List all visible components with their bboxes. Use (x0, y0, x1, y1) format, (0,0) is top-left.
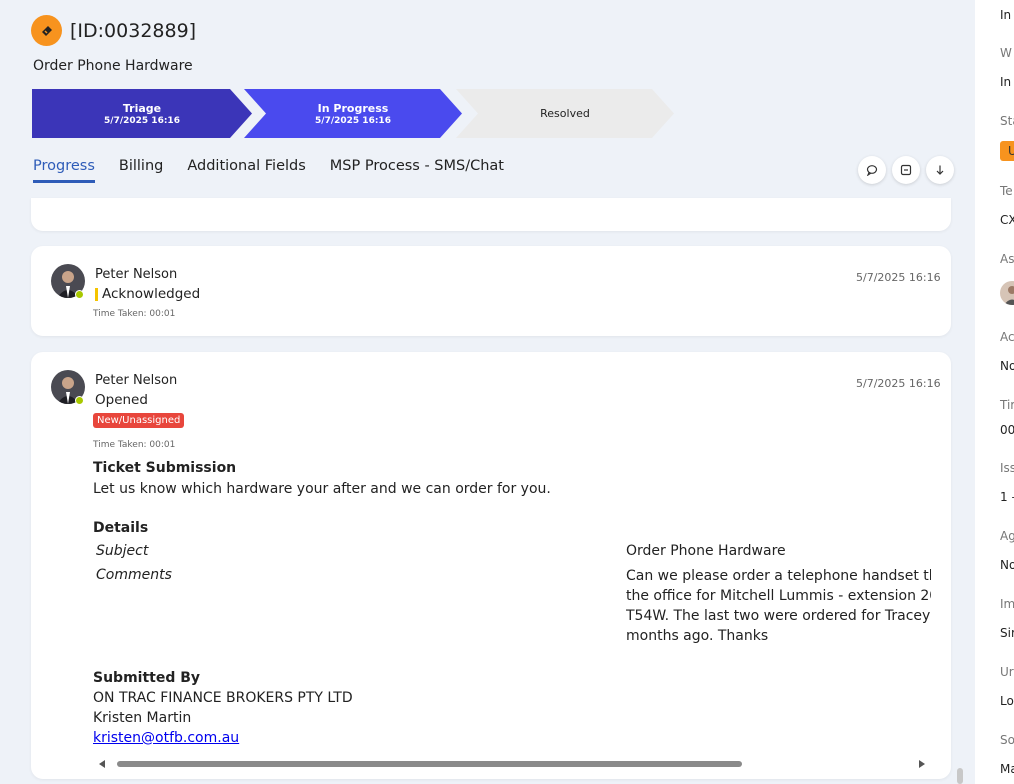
download-icon (936, 165, 944, 175)
scroll-left-arrow-icon (99, 760, 105, 768)
status-badge[interactable]: U (1000, 141, 1014, 161)
horizontal-scrollbar[interactable] (97, 755, 927, 768)
submitted-by-heading: Submitted By (93, 670, 201, 686)
stage-triage[interactable]: Triage 5/7/2025 16:16 (32, 89, 252, 138)
chat-button[interactable] (858, 156, 886, 184)
comments-line: Can we please order a telephone handset … (626, 568, 931, 584)
comments-line: T54W. The last two were ordered for Trac… (626, 608, 931, 624)
stage-resolved[interactable]: Resolved (456, 89, 674, 138)
rp-value[interactable]: CX (1000, 213, 1014, 227)
submitter-email-link[interactable]: kristen@otfb.com.au (93, 730, 239, 746)
comments-label: Comments (96, 567, 172, 583)
tab-msp-process[interactable]: MSP Process - SMS/Chat (330, 158, 504, 183)
collapse-button[interactable] (892, 156, 920, 184)
rp-label: Ac (1000, 330, 1014, 344)
entry-timestamp: 5/7/2025 16:16 (856, 377, 941, 390)
subject-value: Order Phone Hardware (626, 543, 786, 559)
time-taken: Time Taken: 00:01 (93, 440, 176, 450)
entry-timestamp: 5/7/2025 16:16 (856, 271, 941, 284)
toolbar (858, 156, 954, 184)
scrollbar-thumb (117, 761, 742, 767)
right-details-panel: In W In Sta U Te CX As Ac No Tir 00 Iss … (975, 0, 1014, 784)
entry-action: Acknowledged (102, 286, 201, 302)
details-heading: Details (93, 520, 149, 536)
acknowledged-indicator (95, 288, 98, 301)
rp-value[interactable]: 1 – (1000, 490, 1014, 504)
status-badge: New/Unassigned (93, 413, 185, 428)
previous-entry-card (31, 198, 951, 231)
main-content: [ID:0032889] Order Phone Hardware Triage… (0, 0, 970, 784)
tab-progress[interactable]: Progress (33, 158, 95, 183)
submission-heading: Ticket Submission (93, 460, 237, 476)
stage-date: 5/7/2025 16:16 (104, 115, 180, 126)
progress-entry-acknowledged: Peter Nelson Acknowledged 5/7/2025 16:16… (31, 246, 951, 336)
rp-label: Sta (1000, 114, 1014, 128)
chat-icon (866, 165, 878, 176)
stage-name: In Progress (317, 101, 389, 115)
tab-bar: Progress Billing Additional Fields MSP P… (33, 158, 504, 183)
progress-entry-opened: Peter Nelson Opened New/Unassigned 5/7/2… (31, 352, 951, 779)
tab-additional-fields[interactable]: Additional Fields (187, 158, 305, 183)
download-button[interactable] (926, 156, 954, 184)
entry-action: Opened (95, 392, 148, 408)
rp-label: As (1000, 252, 1014, 266)
collapse-icon (900, 164, 912, 176)
entry-author: Peter Nelson (95, 373, 178, 388)
rp-label: Im (1000, 597, 1014, 611)
rp-label: So (1000, 733, 1014, 747)
rp-label: Tir (1000, 398, 1014, 412)
rp-value[interactable]: Lo (1000, 694, 1014, 708)
assignee-avatar[interactable] (1000, 281, 1014, 305)
tab-billing[interactable]: Billing (119, 158, 163, 183)
rp-value[interactable]: Sir (1000, 626, 1014, 640)
stage-date: 5/7/2025 16:16 (315, 115, 391, 126)
comments-line: months ago. Thanks (626, 628, 769, 644)
entry-author: Peter Nelson (95, 267, 178, 282)
scroll-right-arrow-icon (919, 760, 925, 768)
vertical-scrollbar-thumb[interactable] (957, 768, 963, 784)
stage-name: Resolved (540, 107, 590, 120)
online-status-dot (75, 396, 84, 405)
time-taken: Time Taken: 00:01 (93, 309, 176, 319)
stage-progress-bar: Triage 5/7/2025 16:16 In Progress 5/7/20… (32, 89, 677, 138)
subject-label: Subject (96, 543, 149, 559)
submitter-company: ON TRAC FINANCE BROKERS PTY LTD (93, 690, 353, 706)
ticket-title: Order Phone Hardware (33, 58, 193, 74)
rp-value[interactable]: No (1000, 558, 1014, 572)
stage-name: Triage (122, 101, 162, 115)
stage-in-progress[interactable]: In Progress 5/7/2025 16:16 (244, 89, 462, 138)
rp-value[interactable]: No (1000, 359, 1014, 373)
rp-value: In (1000, 8, 1012, 22)
rp-value[interactable]: Ma (1000, 762, 1014, 776)
ticket-icon (31, 15, 62, 46)
ticket-header: [ID:0032889] (31, 15, 196, 46)
submission-text: Let us know which hardware your after an… (93, 481, 551, 497)
rp-value[interactable]: 00 (1000, 423, 1014, 437)
comments-value: Can we please order a telephone handset … (626, 566, 931, 646)
rp-label: Iss (1000, 461, 1014, 475)
ticket-id: [ID:0032889] (70, 19, 197, 42)
rp-value[interactable]: In (1000, 75, 1011, 89)
online-status-dot (75, 290, 84, 299)
rp-label: Ag (1000, 529, 1014, 543)
rp-label: Urg (1000, 665, 1014, 679)
rp-label: Te (1000, 184, 1013, 198)
rp-label: W (1000, 46, 1012, 60)
submitter-contact: Kristen Martin (93, 710, 192, 726)
comments-line: the office for Mitchell Lummis - extensi… (626, 588, 931, 604)
